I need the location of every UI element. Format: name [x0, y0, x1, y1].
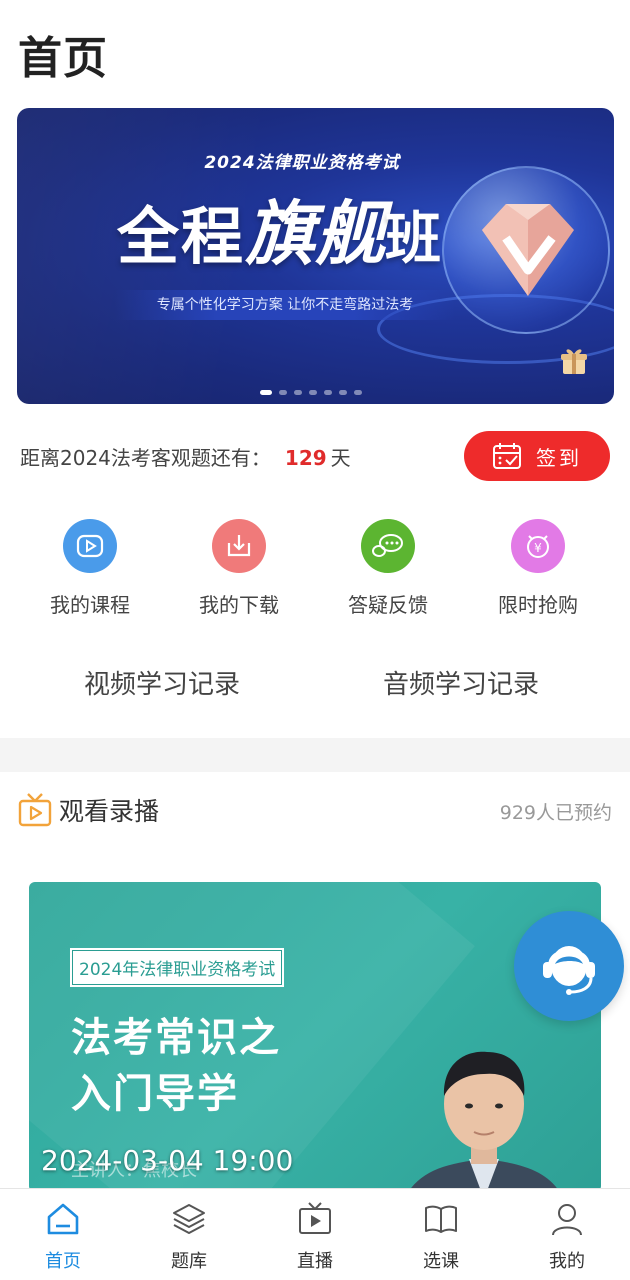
layers-icon — [173, 1204, 205, 1234]
page-dot[interactable] — [354, 390, 362, 395]
quick-actions: 我的课程 我的下载 答疑反馈 ¥ 限时抢购 — [0, 519, 630, 619]
quick-action-label: 我的下载 — [199, 593, 279, 617]
page-dot[interactable] — [339, 390, 347, 395]
exam-countdown: 距离2024法考客观题还有： 129 天 — [20, 442, 351, 471]
yen-clock-icon: ¥ — [511, 519, 565, 573]
quick-action-qa-feedback[interactable]: 答疑反馈 — [318, 519, 458, 618]
banner-supertitle: 2024法律职业资格考试 — [204, 153, 400, 173]
play-icon — [63, 519, 117, 573]
teacher-photo — [408, 1051, 560, 1192]
page-dot[interactable] — [309, 390, 317, 395]
banner-title-part2: 旗舰 — [245, 193, 386, 275]
banner-title: 全程旗舰班 — [117, 178, 441, 279]
card-title: 法考常识之 入门导学 — [71, 1010, 281, 1122]
tab-label: 题库 — [171, 1251, 207, 1272]
quick-action-label: 限时抢购 — [498, 593, 578, 617]
chat-icon — [361, 519, 415, 573]
signin-button[interactable]: 签到 — [464, 431, 610, 481]
promo-banner[interactable]: 2024法律职业资格考试 全程旗舰班 专属个性化学习方案 让你不走弯路过法考 — [17, 108, 614, 404]
bottom-tab-bar: 首页 题库 直播 选课 我的 — [0, 1188, 630, 1280]
page-title: 首页 — [18, 33, 108, 84]
page-dot[interactable] — [324, 390, 332, 395]
quick-action-label: 答疑反馈 — [348, 593, 428, 617]
tab-label: 直播 — [297, 1251, 333, 1272]
banner-title-part1: 全程 — [117, 200, 246, 273]
quick-action-flash-sale[interactable]: ¥ 限时抢购 — [468, 519, 608, 618]
customer-service-button[interactable] — [514, 911, 624, 1021]
audio-records-link[interactable]: 音频学习记录 — [383, 664, 539, 701]
tab-home[interactable]: 首页 — [23, 1201, 103, 1273]
page-dot[interactable] — [294, 390, 302, 395]
card-title-line1: 法考常识之 — [71, 1014, 281, 1061]
calendar-check-icon — [493, 443, 521, 469]
countdown-days: 129 — [284, 446, 327, 470]
diamond-icon — [482, 204, 574, 296]
banner-pagination — [260, 390, 362, 395]
banner-subtitle: 专属个性化学习方案 让你不走弯路过法考 — [115, 290, 455, 320]
tv-icon — [18, 793, 52, 827]
tab-mine[interactable]: 我的 — [527, 1201, 607, 1273]
tab-live[interactable]: 直播 — [275, 1201, 355, 1273]
user-icon — [552, 1204, 582, 1236]
home-icon — [47, 1203, 79, 1235]
headset-icon — [543, 946, 595, 995]
quick-action-my-courses[interactable]: 我的课程 — [20, 519, 160, 618]
quick-action-label: 我的课程 — [50, 593, 130, 617]
download-icon — [212, 519, 266, 573]
tab-courses[interactable]: 选课 — [401, 1201, 481, 1273]
section-divider — [0, 738, 630, 772]
card-title-line2: 入门导学 — [71, 1070, 239, 1117]
video-card[interactable]: 2024年法律职业资格考试 法考常识之 入门导学 主讲人：焦校长 2024-03… — [29, 882, 601, 1192]
tab-label: 我的 — [549, 1251, 585, 1272]
section-title: 观看录播 — [59, 797, 160, 826]
gift-icon — [561, 349, 587, 374]
banner-title-part3: 班 — [385, 207, 442, 272]
signin-label: 签到 — [536, 445, 582, 470]
tv-play-icon — [299, 1202, 331, 1234]
page-dot[interactable] — [279, 390, 287, 395]
section-header: 观看录播 — [17, 792, 159, 828]
quick-action-my-downloads[interactable]: 我的下载 — [169, 519, 309, 618]
tab-questions[interactable]: 题库 — [149, 1201, 229, 1273]
tab-label: 首页 — [45, 1251, 81, 1272]
card-datetime: 2024-03-04 19:00 — [41, 1144, 294, 1177]
countdown-label: 距离2024法考客观题还有： — [20, 446, 271, 470]
countdown-unit: 天 — [330, 446, 351, 470]
reservation-count: 929人已预约 — [499, 802, 612, 824]
tab-label: 选课 — [423, 1251, 459, 1272]
svg-text:¥: ¥ — [534, 541, 542, 555]
video-records-link[interactable]: 视频学习记录 — [84, 664, 240, 701]
diamond-orb — [442, 166, 610, 334]
page-dot[interactable] — [260, 390, 272, 395]
card-tag: 2024年法律职业资格考试 — [69, 948, 285, 987]
book-icon — [425, 1205, 457, 1233]
